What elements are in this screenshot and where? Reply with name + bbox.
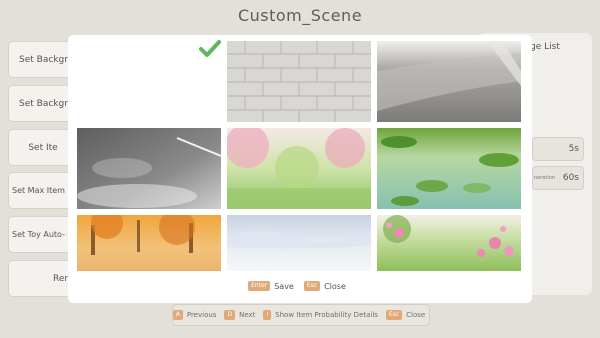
interval-field[interactable]: 5s bbox=[532, 137, 584, 161]
tile-snow-field[interactable] bbox=[227, 215, 371, 271]
enter-key: Enter bbox=[248, 281, 271, 291]
page-title: Custom_Scene bbox=[237, 6, 363, 25]
interval-value: 5s bbox=[568, 144, 579, 154]
close-label[interactable]: Close bbox=[406, 311, 425, 319]
modal-footer: Enter Save Esc Close bbox=[0, 281, 600, 291]
tile-wet-asphalt[interactable] bbox=[77, 128, 221, 209]
key-close: Esc bbox=[385, 310, 403, 320]
tile-flower-meadow[interactable] bbox=[377, 215, 521, 271]
esc-key: Esc bbox=[303, 281, 321, 291]
generation-field[interactable]: neration 60s bbox=[532, 166, 584, 190]
shortcut-bar: A Previous D Next I Show Item Probabilit… bbox=[172, 304, 430, 326]
previous-label[interactable]: Previous bbox=[187, 311, 217, 319]
checkmark-icon bbox=[199, 40, 221, 57]
tile-spring-forest[interactable] bbox=[227, 128, 371, 209]
tile-lily-pond[interactable] bbox=[377, 128, 521, 209]
tile-concrete-road[interactable] bbox=[377, 41, 521, 122]
close-button[interactable]: Close bbox=[324, 282, 346, 291]
key-previous: A bbox=[172, 310, 183, 320]
tile-autumn-forest[interactable] bbox=[77, 215, 221, 271]
next-label[interactable]: Next bbox=[239, 311, 255, 319]
tile-brick-wall[interactable] bbox=[227, 41, 371, 122]
key-next: D bbox=[224, 310, 236, 320]
details-label[interactable]: Show Item Probability Details bbox=[275, 311, 378, 319]
save-button[interactable]: Save bbox=[274, 282, 294, 291]
image-list-label: ge List bbox=[530, 42, 560, 52]
generation-value: 60s bbox=[562, 173, 579, 183]
generation-label: neration bbox=[534, 175, 555, 181]
key-details: I bbox=[263, 310, 272, 320]
